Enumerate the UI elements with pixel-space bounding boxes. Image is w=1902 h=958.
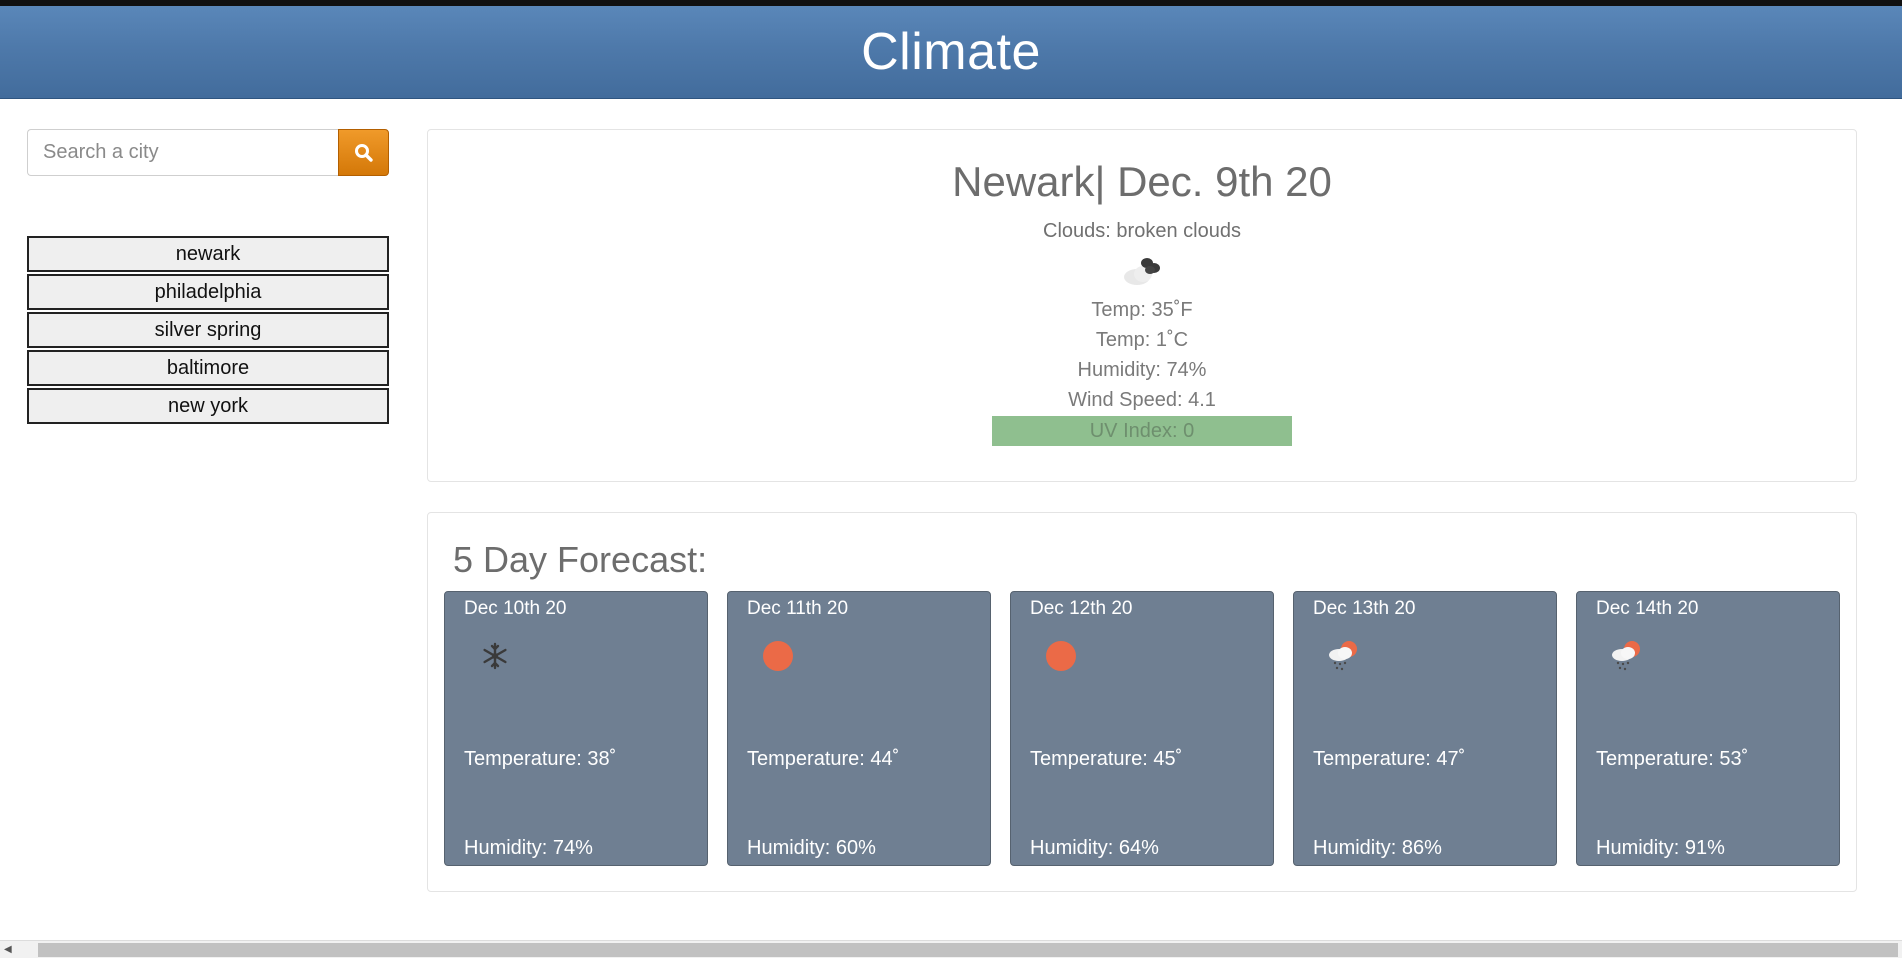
rain-sun-icon [1329, 641, 1357, 671]
horizontal-scrollbar[interactable]: ◀ [0, 940, 1902, 958]
current-humidity: Humidity: 74% [1077, 359, 1207, 381]
current-temp-f: Temp: 35˚F [1091, 299, 1193, 321]
sun-icon [763, 641, 793, 671]
search-input[interactable] [27, 129, 338, 176]
forecast-date: Dec 11th 20 [747, 598, 849, 619]
app-header: Climate [0, 6, 1902, 99]
forecast-temperature: Temperature: 44˚ [747, 748, 900, 770]
forecast-date: Dec 10th 20 [464, 598, 567, 619]
forecast-card: Dec 12th 20 Temperature: 45˚ Humidity: 6… [1010, 591, 1274, 866]
forecast-temperature: Temperature: 45˚ [1030, 748, 1183, 770]
current-temp-c: Temp: 1˚C [1095, 329, 1189, 351]
scroll-left-arrow-icon[interactable]: ◀ [4, 944, 12, 955]
rain-sun-icon [1612, 641, 1640, 671]
uv-index-badge: UV Index: 0 [992, 416, 1292, 446]
city-button-newark[interactable]: newark [27, 236, 389, 272]
forecast-humidity: Humidity: 86% [1313, 837, 1442, 859]
forecast-date: Dec 12th 20 [1030, 598, 1133, 619]
forecast-card: Dec 13th 20 Temperature: 47˚ Humidity: 8… [1293, 591, 1557, 866]
forecast-card: Dec 14th 20 Temperature: 53˚ Humidity: 9… [1576, 591, 1840, 866]
forecast-date: Dec 14th 20 [1596, 598, 1699, 619]
city-button-philadelphia[interactable]: philadelphia [27, 274, 389, 310]
current-city-date: Newark| Dec. 9th 20 [952, 158, 1332, 205]
city-button-silver-spring[interactable]: silver spring [27, 312, 389, 348]
search-icon [354, 143, 373, 162]
current-description: Clouds: broken clouds [1043, 220, 1241, 242]
city-button-new-york[interactable]: new york [27, 388, 389, 424]
forecast-card: Dec 11th 20 Temperature: 44˚ Humidity: 6… [727, 591, 991, 866]
current-weather-icon-wrap [428, 245, 1856, 295]
forecast-humidity: Humidity: 64% [1030, 837, 1159, 859]
forecast-temperature: Temperature: 47˚ [1313, 748, 1466, 770]
search-button[interactable] [338, 129, 389, 176]
forecast-humidity: Humidity: 91% [1596, 837, 1725, 859]
sun-icon [1046, 641, 1076, 671]
forecast-humidity: Humidity: 74% [464, 837, 593, 859]
scrollbar-thumb[interactable] [38, 943, 1898, 957]
forecast-humidity: Humidity: 60% [747, 837, 876, 859]
forecast-heading: 5 Day Forecast: [453, 539, 708, 580]
forecast-temperature: Temperature: 38˚ [464, 748, 617, 770]
search-bar [27, 129, 389, 176]
forecast-section: 5 Day Forecast: Dec 10th 20 Temperature:… [427, 512, 1857, 892]
search-history-list: newark philadelphia silver spring baltim… [27, 236, 389, 426]
forecast-temperature: Temperature: 53˚ [1596, 748, 1749, 770]
forecast-card: Dec 10th 20 Temperature: 38˚ Humidity: 7… [444, 591, 708, 866]
city-button-baltimore[interactable]: baltimore [27, 350, 389, 386]
current-wind-speed: Wind Speed: 4.1 [1068, 389, 1216, 411]
app-title: Climate [861, 23, 1041, 81]
forecast-date: Dec 13th 20 [1313, 598, 1416, 619]
current-weather-card: Newark| Dec. 9th 20 Clouds: broken cloud… [427, 129, 1857, 482]
broken-clouds-icon [1124, 258, 1160, 285]
snow-icon [483, 642, 507, 670]
